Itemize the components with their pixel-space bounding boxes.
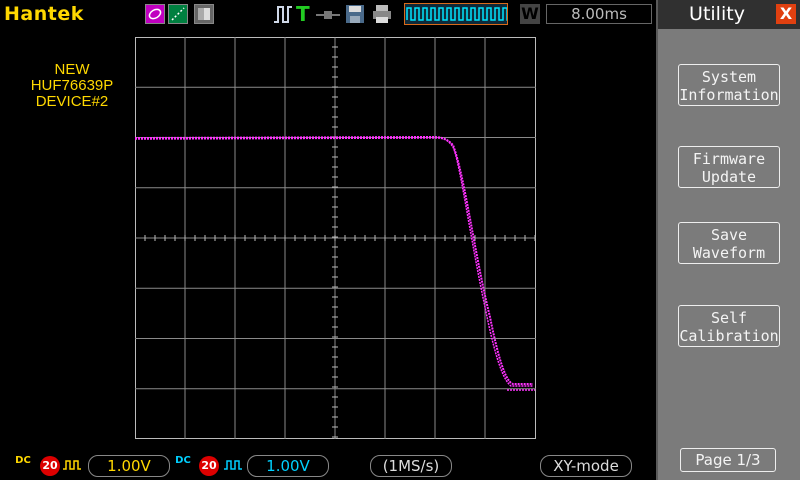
ch1-probe-icon [63, 460, 81, 470]
system-information-button[interactable]: System Information [678, 64, 780, 106]
self-calibration-button[interactable]: Self Calibration [678, 305, 780, 347]
utility-menu: Utility X System Information Firmware Up… [656, 0, 800, 480]
brand-logo: Hantek [4, 3, 84, 25]
display-mode-readout[interactable]: XY-mode [540, 455, 632, 477]
firmware-update-button[interactable]: Firmware Update [678, 146, 780, 188]
ch2-coupling-icon: DC [175, 455, 191, 466]
save-waveform-button[interactable]: Save Waveform [678, 222, 780, 264]
ch1-volts-div[interactable]: 1.00V [88, 455, 170, 477]
timebase-readout[interactable]: 8.00ms [546, 4, 652, 24]
sample-rate-readout: (1MS/s) [370, 455, 452, 477]
persistence-icon[interactable] [145, 4, 165, 24]
window-zoom-icon[interactable]: W [520, 4, 540, 24]
top-status-bar: Hantek T W 8.00ms [0, 0, 656, 29]
trigger-position-icon [316, 11, 340, 19]
save-icon[interactable] [345, 4, 365, 24]
ch2-volts-div[interactable]: 1.00V [247, 455, 329, 477]
scope-graticule [135, 37, 536, 439]
xy-display-icon[interactable] [168, 4, 188, 24]
menu-header: Utility X [658, 0, 800, 29]
trigger-status-icon: T [296, 2, 310, 26]
close-icon[interactable]: X [776, 4, 796, 24]
ch1-coupling-icon: DC [15, 455, 31, 466]
ch2-probe-icon [224, 460, 242, 470]
menu-title: Utility [689, 3, 745, 25]
page-selector-button[interactable]: Page 1/3 [680, 448, 776, 472]
ch1-bandwidth-limit-icon: 20 [40, 456, 60, 476]
print-icon[interactable] [372, 4, 392, 24]
screen-annotation: NEW HUF76639P DEVICE#2 [12, 62, 132, 110]
ch2-bandwidth-limit-icon: 20 [199, 456, 219, 476]
annotation-line-3: DEVICE#2 [35, 93, 109, 110]
waveform-overview[interactable] [404, 3, 511, 25]
trigger-edge-icon [274, 6, 292, 23]
annotation-line-1: NEW [54, 61, 90, 78]
bottom-status-bar: DC 20 1.00V DC 20 1.00V (1MS/s) XY-mode [0, 449, 656, 480]
grayscale-icon[interactable] [194, 4, 214, 24]
annotation-line-2: HUF76639P [30, 77, 114, 94]
